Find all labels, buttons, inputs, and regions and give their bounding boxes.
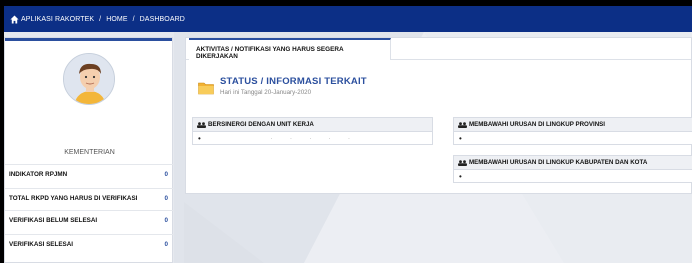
panel-urusan-provinsi: MEMBAWAHI URUSAN DI LINGKUP PROVINSI • <box>453 117 692 145</box>
group-icon <box>197 121 206 128</box>
sidebar-item-verifikasi-selesai[interactable]: VERIFIKASI SELESAI 0 <box>5 234 174 253</box>
panel-body: • <box>454 132 692 144</box>
group-icon <box>458 121 467 128</box>
panel-header: BERSINERGI DENGAN UNIT KERJA <box>193 118 432 132</box>
sidebar-item-label: TOTAL RKPD YANG HARUS DI VERIFIKASI <box>9 194 138 202</box>
sidebar-item-count: 0 <box>164 216 168 224</box>
panel-header: MEMBAWAHI URUSAN DI LINGKUP KABUPATEN DA… <box>454 156 692 170</box>
group-icon <box>458 159 467 166</box>
sidebar-item-total-rkpd[interactable]: TOTAL RKPD YANG HARUS DI VERIFIKASI 0 <box>5 188 174 207</box>
sidebar-item-count: 0 <box>164 170 168 178</box>
top-navbar: APLIKASI RAKORTEK / HOME / DASHBOARD <box>4 6 692 32</box>
breadcrumb-separator: / <box>132 15 135 23</box>
panel-urusan-kabupaten-kota: MEMBAWAHI URUSAN DI LINGKUP KABUPATEN DA… <box>453 155 692 183</box>
sidebar-accent-line <box>5 38 172 41</box>
app-frame: APLIKASI RAKORTEK / HOME / DASHBOARD KEM… <box>4 6 692 263</box>
home-icon[interactable] <box>10 14 19 24</box>
faint-list-text: . . . . . <box>270 135 358 141</box>
status-date: Hari ini Tanggal 20-January-2020 <box>220 89 312 96</box>
breadcrumb-home[interactable]: HOME <box>106 16 127 23</box>
panel-unit-kerja: BERSINERGI DENGAN UNIT KERJA • . . . . . <box>192 117 433 145</box>
list-bullet: • <box>459 133 462 143</box>
app-name-link[interactable]: APLIKASI RAKORTEK <box>21 16 94 23</box>
panel-title: MEMBAWAHI URUSAN DI LINGKUP KABUPATEN DA… <box>469 159 648 166</box>
panel-title: BERSINERGI DENGAN UNIT KERJA <box>208 121 314 128</box>
main-content: AKTIVITAS / NOTIFIKASI YANG HARUS SEGERA… <box>185 37 692 194</box>
tab-aktivitas-notifikasi[interactable]: AKTIVITAS / NOTIFIKASI YANG HARUS SEGERA… <box>189 38 391 60</box>
breadcrumb-separator: / <box>99 15 102 23</box>
breadcrumb-dashboard[interactable]: DASHBOARD <box>140 16 185 23</box>
list-bullet: • <box>198 133 201 143</box>
folder-icon <box>198 82 214 95</box>
user-avatar[interactable] <box>63 53 115 105</box>
status-title: STATUS / INFORMASI TERKAIT <box>220 76 367 87</box>
sidebar-item-count: 0 <box>164 240 168 248</box>
panel-header: MEMBAWAHI URUSAN DI LINGKUP PROVINSI <box>454 118 692 132</box>
sidebar-item-indikator-rpjmn[interactable]: INDIKATOR RPJMN 0 <box>5 164 174 183</box>
tab-bar: AKTIVITAS / NOTIFIKASI YANG HARUS SEGERA… <box>186 38 691 60</box>
panel-body: • . . . . . <box>193 132 432 144</box>
sidebar-item-label: INDIKATOR RPJMN <box>9 170 68 178</box>
status-section: STATUS / INFORMASI TERKAIT Hari ini Tang… <box>198 76 367 104</box>
panel-body: • <box>454 170 692 182</box>
avatar-illustration <box>64 54 114 104</box>
organization-label: KEMENTERIAN <box>64 149 115 156</box>
sidebar-item-label: VERIFIKASI BELUM SELESAI <box>9 216 98 224</box>
sidebar-item-verifikasi-belum-selesai[interactable]: VERIFIKASI BELUM SELESAI 0 <box>5 210 174 229</box>
panel-title: MEMBAWAHI URUSAN DI LINGKUP PROVINSI <box>469 121 606 128</box>
sidebar: KEMENTERIAN INDIKATOR RPJMN 0 TOTAL RKPD… <box>4 37 174 263</box>
sidebar-item-label: VERIFIKASI SELESAI <box>9 240 74 248</box>
list-bullet: • <box>459 171 462 181</box>
sidebar-item-count: 0 <box>164 194 168 202</box>
